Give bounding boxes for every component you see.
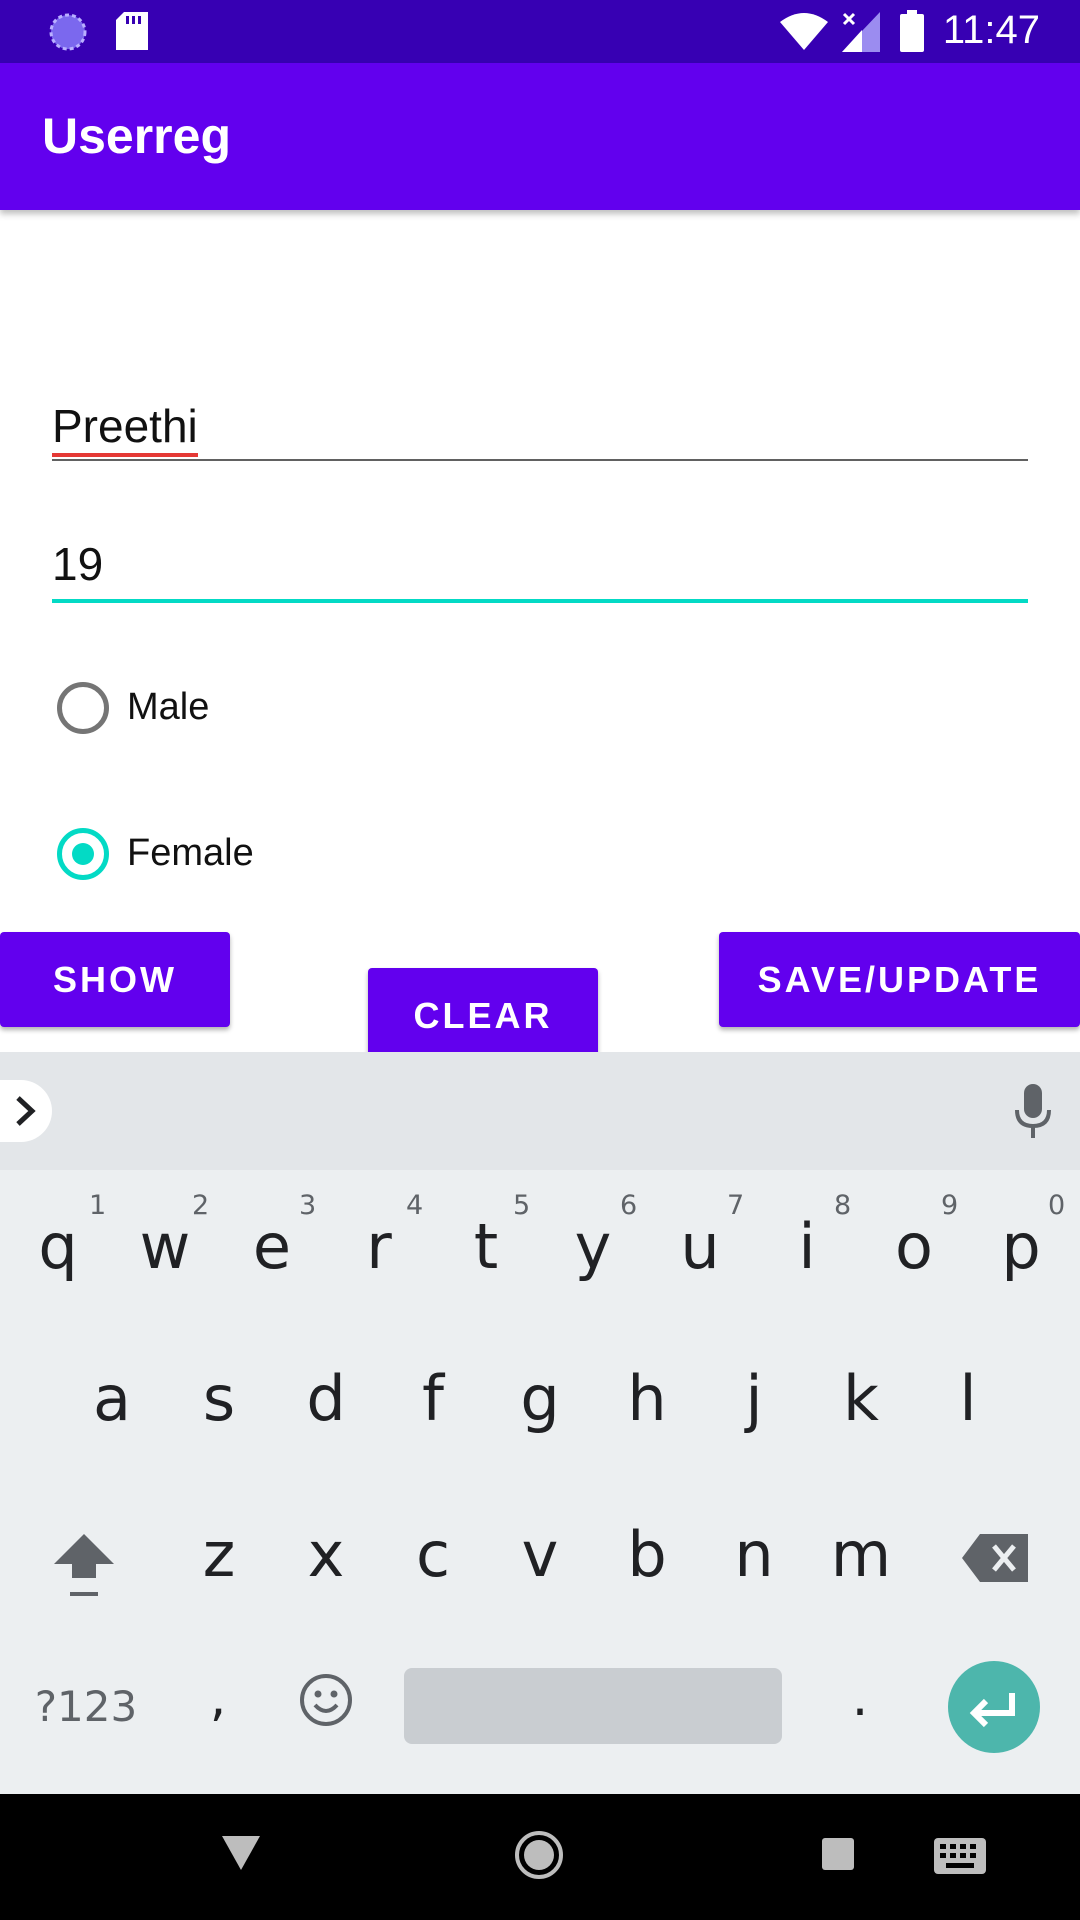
key-symbols[interactable]: ?123 — [28, 1686, 144, 1728]
hint-7: 7 — [727, 1190, 745, 1221]
radio-male-label: Male — [127, 686, 210, 728]
hint-5: 5 — [513, 1190, 531, 1221]
hint-6: 6 — [620, 1190, 638, 1221]
key-v[interactable]: v — [512, 1524, 568, 1586]
key-comma[interactable]: , — [206, 1672, 230, 1724]
key-d[interactable]: d — [298, 1368, 354, 1430]
cell-signal-icon — [842, 12, 880, 52]
keyboard-toolbar — [0, 1052, 1080, 1170]
key-h[interactable]: h — [619, 1368, 675, 1430]
save-update-button[interactable]: SAVE/UPDATE — [719, 932, 1080, 1027]
age-field[interactable]: 19 — [52, 535, 1028, 607]
radio-male-circle — [57, 682, 109, 734]
radio-female-circle — [57, 828, 109, 880]
key-a[interactable]: a — [84, 1368, 140, 1430]
key-m[interactable]: m — [829, 1524, 893, 1586]
radio-female-label: Female — [127, 832, 254, 874]
clear-button[interactable]: CLEAR — [368, 968, 598, 1063]
key-e[interactable]: e — [244, 1216, 300, 1278]
sync-icon — [49, 13, 87, 51]
enter-button[interactable] — [948, 1661, 1040, 1753]
key-q[interactable]: q — [30, 1216, 86, 1278]
age-field-underline — [52, 599, 1028, 603]
shift-icon[interactable] — [52, 1530, 116, 1600]
key-w[interactable]: w — [137, 1216, 193, 1278]
status-bar: 11:47 — [0, 0, 1080, 63]
recents-icon[interactable] — [822, 1838, 854, 1870]
navigation-bar — [0, 1794, 1080, 1920]
key-l[interactable]: l — [940, 1368, 996, 1430]
hint-3: 3 — [299, 1190, 317, 1221]
status-time: 11:47 — [942, 8, 1040, 52]
key-p[interactable]: p — [993, 1216, 1049, 1278]
key-z[interactable]: z — [191, 1524, 247, 1586]
hint-2: 2 — [192, 1190, 210, 1221]
key-y[interactable]: y — [565, 1216, 621, 1278]
name-input-value: Preethi — [52, 399, 198, 457]
key-u[interactable]: u — [672, 1216, 728, 1278]
key-s[interactable]: s — [191, 1368, 247, 1430]
hint-0: 0 — [1048, 1190, 1066, 1221]
show-button[interactable]: SHOW — [0, 932, 230, 1027]
key-b[interactable]: b — [619, 1524, 675, 1586]
radio-selected-dot — [72, 843, 94, 865]
hint-4: 4 — [406, 1190, 424, 1221]
key-f[interactable]: f — [405, 1368, 461, 1430]
spacebar[interactable] — [404, 1668, 782, 1744]
hint-1: 1 — [89, 1190, 107, 1221]
key-n[interactable]: n — [726, 1524, 782, 1586]
key-j[interactable]: j — [726, 1368, 782, 1430]
backspace-icon[interactable] — [962, 1534, 1028, 1582]
soft-keyboard: q w e r t y u i o p 1 2 3 4 5 6 7 8 9 0 … — [0, 1052, 1080, 1794]
home-icon[interactable] — [514, 1830, 564, 1880]
key-period[interactable]: . — [848, 1672, 872, 1724]
name-field-underline — [52, 459, 1028, 461]
back-icon[interactable] — [222, 1836, 260, 1870]
page-title: Userreg — [42, 108, 231, 164]
name-field[interactable]: Preethi — [52, 395, 1028, 465]
key-o[interactable]: o — [886, 1216, 942, 1278]
key-x[interactable]: x — [298, 1524, 354, 1586]
key-c[interactable]: c — [405, 1524, 461, 1586]
key-r[interactable]: r — [351, 1216, 407, 1278]
expand-suggestions-button[interactable] — [0, 1080, 52, 1142]
app-bar: Userreg — [0, 63, 1080, 210]
key-k[interactable]: k — [833, 1368, 889, 1430]
key-i[interactable]: i — [779, 1216, 835, 1278]
chevron-right-icon — [16, 1096, 36, 1126]
battery-icon — [900, 10, 924, 52]
key-g[interactable]: g — [512, 1368, 568, 1430]
hint-8: 8 — [834, 1190, 852, 1221]
key-t[interactable]: t — [458, 1216, 514, 1278]
emoji-icon[interactable] — [298, 1672, 354, 1728]
wifi-icon — [780, 13, 828, 50]
mic-icon[interactable] — [1014, 1084, 1052, 1140]
sd-card-icon — [116, 12, 148, 50]
enter-arrow-icon — [969, 1693, 1015, 1728]
hint-9: 9 — [941, 1190, 959, 1221]
keyboard-switch-icon[interactable] — [934, 1838, 986, 1874]
age-input-value: 19 — [52, 538, 104, 590]
